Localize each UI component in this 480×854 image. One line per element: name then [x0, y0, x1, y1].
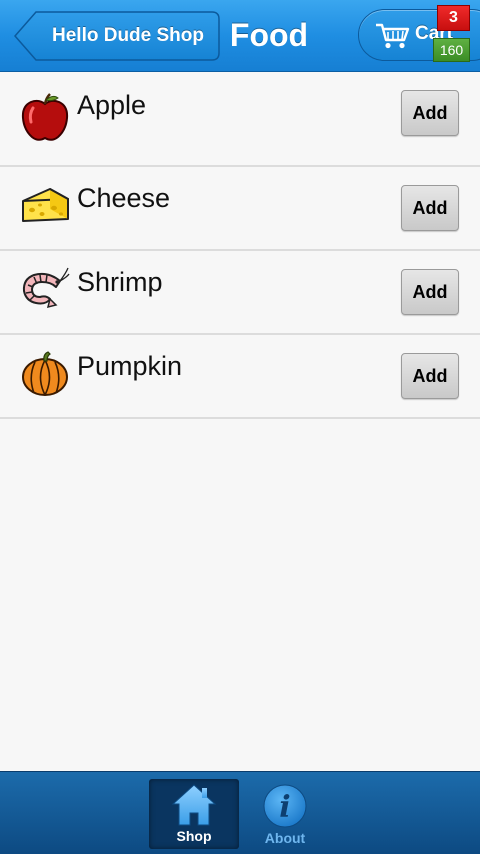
list-item: Cheese Add [0, 167, 480, 251]
tab-about-label: About [264, 830, 306, 846]
cart-total-badge: 160 [433, 38, 470, 62]
page-title: Food [229, 17, 309, 53]
pumpkin-icon [22, 351, 68, 396]
info-icon: i [263, 784, 307, 828]
apple-icon [21, 93, 69, 141]
list-item: Pumpkin Add [0, 335, 480, 419]
item-name: Shrimp [77, 267, 163, 297]
tab-about[interactable]: i About [240, 779, 330, 849]
tab-bar: Shop i About [0, 771, 480, 854]
add-button[interactable]: Add [401, 269, 459, 315]
item-name: Pumpkin [77, 351, 183, 381]
add-button[interactable]: Add [401, 185, 459, 231]
list-item: Apple Add [0, 72, 480, 167]
home-icon [171, 784, 217, 826]
item-name: Cheese [77, 183, 171, 213]
product-list: Apple Add Cheese Add Shrimp Add Pumpkin … [0, 72, 480, 419]
tab-shop-label: Shop [176, 828, 212, 844]
shrimp-icon [22, 267, 70, 309]
cheese-icon [22, 188, 69, 222]
back-button[interactable]: Hello Dude Shop [14, 11, 220, 61]
back-button-label: Hello Dude Shop [52, 25, 204, 46]
svg-text:i: i [279, 790, 290, 825]
header-bar: Hello Dude Shop Food Cart 3 160 [0, 0, 480, 72]
add-button[interactable]: Add [401, 353, 459, 399]
add-button[interactable]: Add [401, 90, 459, 136]
item-name: Apple [77, 90, 147, 120]
tab-shop[interactable]: Shop [149, 779, 239, 849]
cart-icon [376, 23, 410, 49]
cart-count-badge: 3 [437, 5, 470, 31]
list-item: Shrimp Add [0, 251, 480, 335]
